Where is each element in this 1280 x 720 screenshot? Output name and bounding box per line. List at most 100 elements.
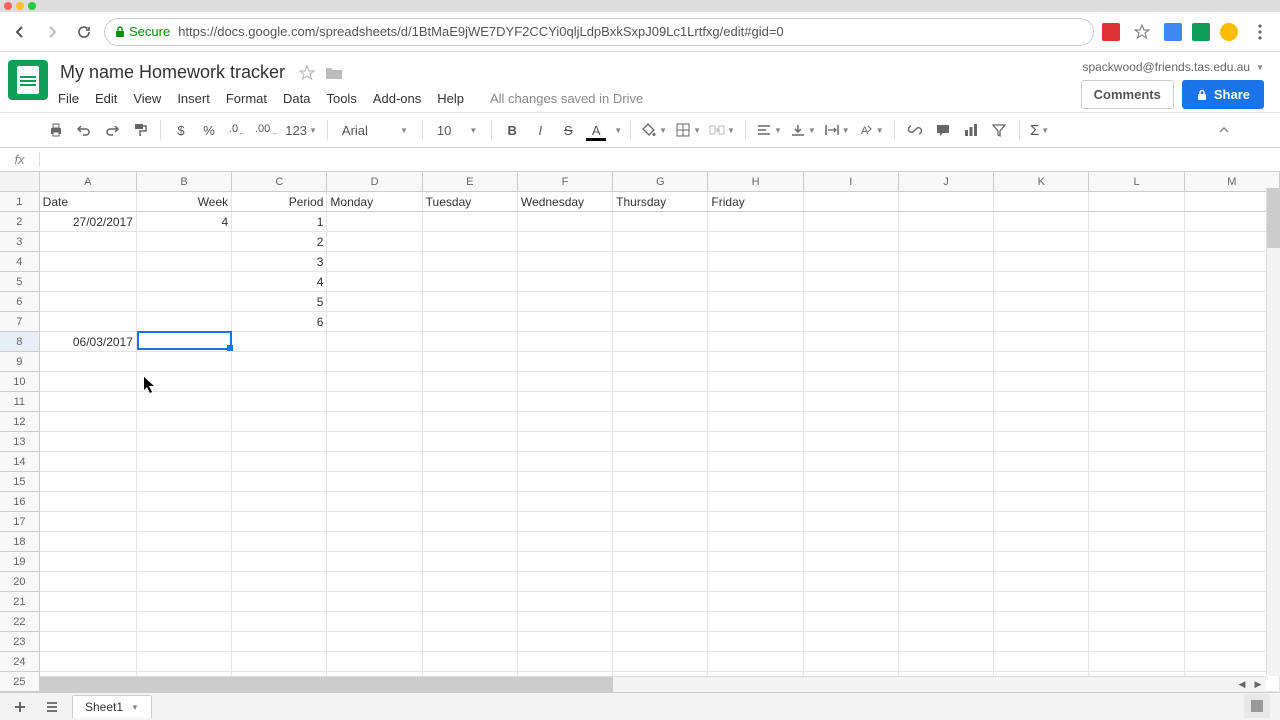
cell[interactable]: [40, 452, 137, 472]
cell[interactable]: [232, 592, 327, 612]
cell[interactable]: [899, 592, 994, 612]
menu-help[interactable]: Help: [437, 91, 464, 106]
menu-data[interactable]: Data: [283, 91, 310, 106]
cell[interactable]: [1089, 532, 1184, 552]
paint-format-icon[interactable]: [128, 118, 152, 142]
row-header[interactable]: 25: [0, 672, 40, 692]
cell[interactable]: [232, 652, 327, 672]
column-header[interactable]: G: [613, 172, 708, 192]
cell[interactable]: [40, 572, 137, 592]
cell[interactable]: [423, 572, 518, 592]
cell[interactable]: [613, 212, 708, 232]
row-header[interactable]: 10: [0, 372, 40, 392]
cell[interactable]: [804, 652, 899, 672]
cell[interactable]: [613, 612, 708, 632]
cell[interactable]: [899, 552, 994, 572]
cell[interactable]: [994, 312, 1089, 332]
cell[interactable]: [1089, 332, 1184, 352]
cell[interactable]: [232, 632, 327, 652]
row-header[interactable]: 8: [0, 332, 40, 352]
row-header[interactable]: 7: [0, 312, 40, 332]
cell[interactable]: [137, 572, 232, 592]
cell[interactable]: [899, 212, 994, 232]
cell[interactable]: [994, 632, 1089, 652]
cell[interactable]: Week: [137, 192, 232, 212]
insert-comment-icon[interactable]: [931, 118, 955, 142]
cell[interactable]: [137, 272, 232, 292]
italic-button[interactable]: I: [528, 118, 552, 142]
cell[interactable]: [1089, 212, 1184, 232]
cell[interactable]: [40, 532, 137, 552]
cell[interactable]: [137, 472, 232, 492]
row-header[interactable]: 1: [0, 192, 40, 212]
cell[interactable]: [613, 532, 708, 552]
cell[interactable]: [708, 532, 803, 552]
column-header[interactable]: H: [708, 172, 803, 192]
cell[interactable]: [804, 532, 899, 552]
filter-icon[interactable]: [987, 118, 1011, 142]
font-size-select[interactable]: 10▼: [431, 118, 483, 142]
cell[interactable]: [708, 412, 803, 432]
cell[interactable]: [1089, 592, 1184, 612]
cell[interactable]: [423, 592, 518, 612]
cell[interactable]: [1089, 492, 1184, 512]
cell[interactable]: [40, 392, 137, 412]
cell[interactable]: [327, 332, 422, 352]
cell[interactable]: [518, 632, 613, 652]
cell[interactable]: [232, 492, 327, 512]
cell[interactable]: [423, 392, 518, 412]
cell[interactable]: [708, 452, 803, 472]
cell[interactable]: [804, 232, 899, 252]
cell[interactable]: [708, 592, 803, 612]
cell[interactable]: [137, 252, 232, 272]
cell[interactable]: [518, 452, 613, 472]
row-header[interactable]: 9: [0, 352, 40, 372]
cell[interactable]: 3: [232, 252, 327, 272]
cell[interactable]: [1089, 232, 1184, 252]
cell[interactable]: [708, 652, 803, 672]
cell[interactable]: [518, 272, 613, 292]
cell[interactable]: [232, 532, 327, 552]
cell[interactable]: [708, 312, 803, 332]
cell[interactable]: [994, 232, 1089, 252]
cell[interactable]: [994, 552, 1089, 572]
bold-button[interactable]: B: [500, 118, 524, 142]
cell[interactable]: [137, 432, 232, 452]
cell[interactable]: [518, 592, 613, 612]
cell[interactable]: [1089, 392, 1184, 412]
cell[interactable]: [327, 512, 422, 532]
cell[interactable]: [40, 292, 137, 312]
number-format-button[interactable]: 123▼: [283, 118, 319, 142]
cell[interactable]: [137, 412, 232, 432]
cell[interactable]: [804, 192, 899, 212]
cell[interactable]: [804, 452, 899, 472]
cell[interactable]: [994, 192, 1089, 212]
cell[interactable]: [613, 432, 708, 452]
cell[interactable]: [804, 492, 899, 512]
cell[interactable]: [804, 252, 899, 272]
cell[interactable]: [232, 432, 327, 452]
cell[interactable]: Thursday: [613, 192, 708, 212]
cell[interactable]: [899, 352, 994, 372]
row-header[interactable]: 15: [0, 472, 40, 492]
cell[interactable]: [899, 492, 994, 512]
cell[interactable]: [327, 232, 422, 252]
cell[interactable]: [899, 632, 994, 652]
cell[interactable]: [708, 252, 803, 272]
column-header[interactable]: I: [804, 172, 899, 192]
cell[interactable]: [518, 352, 613, 372]
cell[interactable]: [899, 432, 994, 452]
column-header[interactable]: L: [1089, 172, 1184, 192]
cell[interactable]: [708, 472, 803, 492]
cell[interactable]: [423, 352, 518, 372]
account-email[interactable]: spackwood@friends.tas.edu.au ▼: [1082, 60, 1264, 74]
cell[interactable]: [804, 592, 899, 612]
row-header[interactable]: 6: [0, 292, 40, 312]
cell[interactable]: [804, 472, 899, 492]
cell[interactable]: [137, 232, 232, 252]
cell[interactable]: [518, 472, 613, 492]
cell[interactable]: [327, 612, 422, 632]
cell[interactable]: [518, 412, 613, 432]
cell[interactable]: [518, 492, 613, 512]
cell[interactable]: [994, 572, 1089, 592]
